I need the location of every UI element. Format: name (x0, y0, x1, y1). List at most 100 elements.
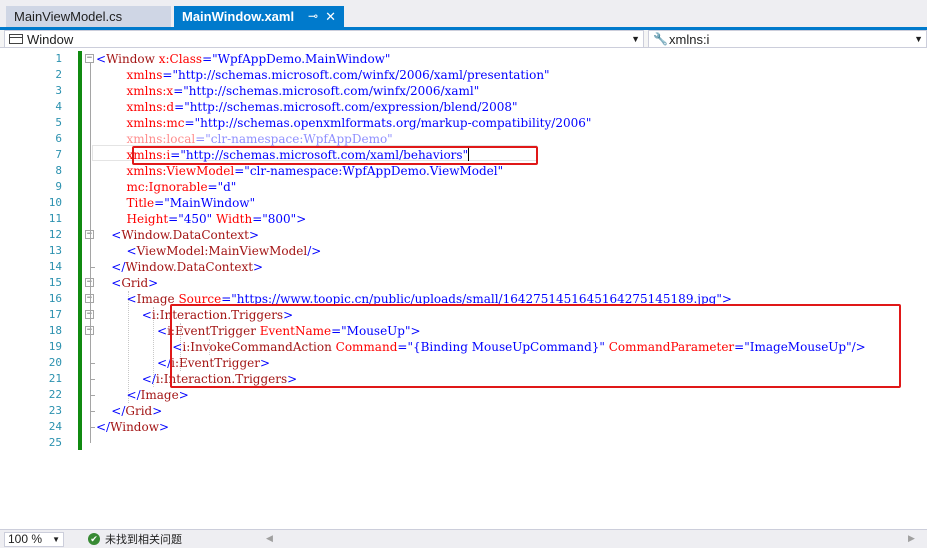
code-line[interactable]: xmlns:mc="http://schemas.openxmlformats.… (96, 115, 592, 131)
code-token: xmlns:d (126, 100, 175, 114)
line-number: 13 (48, 244, 62, 257)
issues-status-text[interactable]: 未找到相关问题 (105, 532, 182, 547)
code-line[interactable]: <Window x:Class="WpfAppDemo.MainWindow" (96, 51, 390, 67)
code-token: ViewModel:MainViewModel (136, 244, 308, 258)
outline-end-tick (90, 395, 95, 396)
chevron-down-icon[interactable]: ▼ (631, 31, 640, 48)
code-line[interactable]: xmlns:d="http://schemas.microsoft.com/ex… (96, 99, 518, 115)
editor-status-bar: 100 % ▼ ✔ 未找到相关问题 ◀ ▶ (0, 529, 927, 548)
outline-end-tick (90, 427, 95, 428)
outline-end-tick (90, 411, 95, 412)
code-line[interactable]: </Window.DataContext> (96, 259, 263, 275)
code-token: Image (140, 388, 179, 402)
code-token: xmlns (126, 68, 163, 82)
code-token: < (157, 324, 168, 338)
zoom-dropdown[interactable]: 100 % ▼ (4, 532, 64, 547)
code-line[interactable]: xmlns="http://schemas.microsoft.com/winf… (96, 67, 550, 83)
close-icon[interactable]: ✕ (325, 6, 336, 27)
code-line[interactable]: <Grid> (96, 275, 158, 291)
chevron-down-icon[interactable]: ▼ (914, 31, 923, 48)
navigation-bar: Window ▼ 🔧 xmlns:i ▼ (0, 30, 927, 48)
code-line[interactable]: Height="450" Width="800"> (96, 211, 307, 227)
code-token: </ (111, 404, 126, 418)
line-number: 19 (48, 340, 62, 353)
code-line[interactable]: </Grid> (96, 403, 162, 419)
code-line[interactable]: Title="MainWindow" (96, 195, 256, 211)
line-number: 16 (48, 292, 62, 305)
pin-icon[interactable]: ⊸ (308, 6, 318, 27)
line-number: 20 (48, 356, 62, 369)
code-line[interactable]: xmlns:ViewModel="clr-namespace:WpfAppDem… (96, 163, 504, 179)
code-line[interactable]: mc:Ignorable="d" (96, 179, 237, 195)
code-token: "http://schemas.microsoft.com/expression… (184, 100, 518, 114)
code-token: < (126, 244, 137, 258)
code-token: Window.DataContext (125, 260, 254, 274)
tab-label: MainWindow.xaml (182, 9, 295, 24)
highlight-box-interaction-triggers (170, 304, 901, 388)
line-number: 24 (48, 420, 62, 433)
code-token: Width (215, 212, 253, 226)
code-token: = (207, 180, 218, 194)
code-line[interactable]: </Image> (96, 387, 189, 403)
wrench-icon: 🔧 (653, 32, 668, 46)
code-token: < (126, 292, 137, 306)
code-token: = (202, 52, 213, 66)
scroll-right-icon[interactable]: ▶ (908, 533, 915, 544)
line-number: 7 (55, 148, 62, 161)
code-line[interactable]: xmlns:local="clr-namespace:WpfAppDemo" (96, 131, 393, 147)
code-token: /> (307, 244, 322, 258)
line-number: 15 (48, 276, 62, 289)
code-token: = (174, 100, 185, 114)
code-line[interactable]: </Window> (96, 419, 169, 435)
code-line[interactable]: <ViewModel:MainViewModel/> (96, 243, 322, 259)
code-line[interactable]: xmlns:x="http://schemas.microsoft.com/wi… (96, 83, 480, 99)
code-token: "clr-namespace:WpfAppDemo.ViewModel" (244, 164, 504, 178)
tab-mainviewmodel-cs[interactable]: MainViewModel.cs (6, 6, 171, 27)
line-number: 17 (48, 308, 62, 321)
check-circle-icon[interactable]: ✔ (88, 533, 100, 545)
collapse-toggle-icon[interactable]: − (85, 54, 94, 63)
code-token: > (253, 260, 264, 274)
code-token: </ (96, 420, 111, 434)
code-token: = (162, 68, 173, 82)
code-token: > (152, 404, 163, 418)
code-token: "http://schemas.openxmlformats.org/marku… (194, 116, 592, 130)
line-number: 12 (48, 228, 62, 241)
chevron-down-icon: ▼ (52, 535, 60, 544)
line-number: 6 (55, 132, 62, 145)
tab-label: MainViewModel.cs (14, 9, 123, 24)
scroll-left-icon[interactable]: ◀ (266, 533, 273, 544)
type-member-dropdown[interactable]: Window ▼ (4, 30, 644, 48)
line-number: 14 (48, 260, 62, 273)
line-number: 18 (48, 324, 62, 337)
code-token: "450" (178, 212, 216, 226)
scope-dropdown[interactable]: 🔧 xmlns:i ▼ (648, 30, 927, 48)
code-editor[interactable]: 1 2 3 4 5 6 7 8 9 10 11 12 13 14 15 16 17 18 19 20 21 22 23 24 2… (0, 49, 927, 529)
code-token: > (249, 228, 260, 242)
tab-mainwindow-xaml[interactable]: MainWindow.xaml ⊸ ✕ (174, 6, 344, 27)
code-token: Title (126, 196, 155, 210)
code-token: </ (111, 260, 126, 274)
code-line[interactable]: <Window.DataContext> (96, 227, 259, 243)
code-token: "clr-namespace:WpfAppDemo" (205, 132, 393, 146)
code-token: </ (126, 388, 141, 402)
code-token: </ (141, 372, 156, 386)
line-number: 8 (55, 164, 62, 177)
code-token: "MainWindow" (164, 196, 256, 210)
code-token: > (296, 212, 307, 226)
code-token: "800" (262, 212, 297, 226)
code-token: "http://schemas.microsoft.com/winfx/2006… (183, 84, 480, 98)
